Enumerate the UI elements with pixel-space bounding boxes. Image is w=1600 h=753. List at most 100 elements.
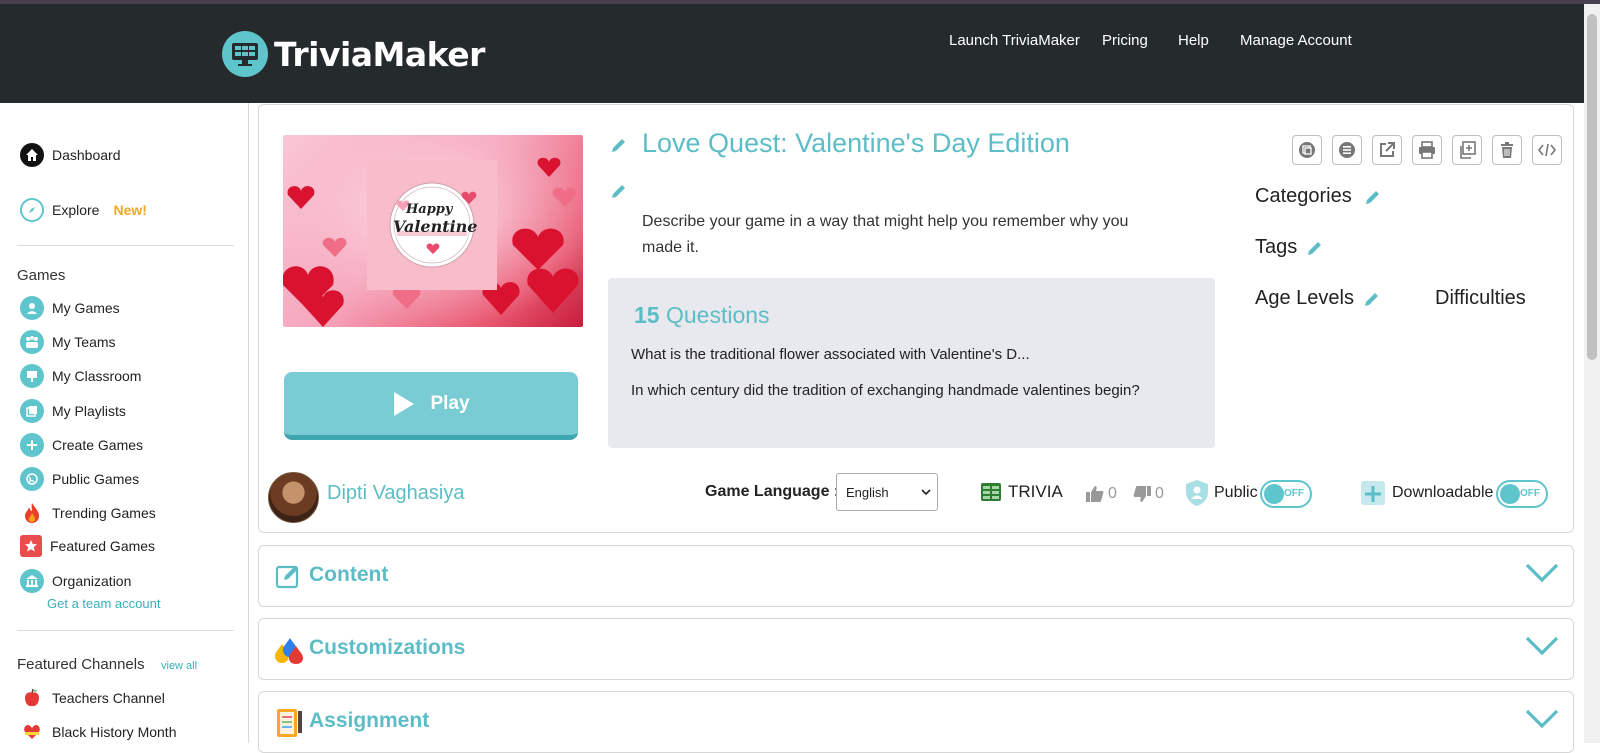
copy-icon[interactable] xyxy=(1292,135,1322,165)
sidebar-item-label: My Games xyxy=(52,300,120,316)
paint-drops-icon xyxy=(273,636,305,669)
sidebar-item-explore[interactable]: Explore New! xyxy=(20,198,147,222)
nav-manage-account[interactable]: Manage Account xyxy=(1240,32,1352,49)
classroom-icon xyxy=(20,364,44,388)
trivia-maker-logo[interactable]: TriviaMaker xyxy=(222,31,485,77)
list-icon[interactable] xyxy=(1332,135,1362,165)
sidebar-item-organization[interactable]: Organization xyxy=(20,569,131,593)
logo-monitor-icon xyxy=(222,31,268,77)
sidebar-item-label: Dashboard xyxy=(52,147,121,163)
edit-square-icon xyxy=(275,563,301,594)
author-avatar[interactable] xyxy=(268,472,319,523)
shield-icon xyxy=(1184,479,1210,512)
section-label: Content xyxy=(309,563,389,586)
new-badge: New! xyxy=(113,202,147,218)
heart-icon xyxy=(20,720,44,744)
play-button[interactable]: Play xyxy=(284,372,578,440)
edit-tags-pencil-icon[interactable] xyxy=(1306,239,1324,262)
sidebar-item-label: Create Games xyxy=(52,437,144,453)
print-icon[interactable] xyxy=(1412,135,1442,165)
duplicate-icon[interactable] xyxy=(1452,135,1482,165)
sidebar-item-public-games[interactable]: Public Games xyxy=(20,467,139,491)
content-section[interactable]: Content xyxy=(258,545,1574,607)
team-icon xyxy=(20,330,44,354)
play-icon xyxy=(394,391,415,416)
trash-icon[interactable] xyxy=(1492,135,1522,165)
sidebar-item-trending-games[interactable]: Trending Games xyxy=(20,501,156,525)
scrollbar-thumb[interactable] xyxy=(1587,14,1597,360)
sidebar-item-black-history-month[interactable]: Black History Month xyxy=(20,720,176,744)
edit-description-pencil-icon[interactable] xyxy=(610,182,628,205)
play-label: Play xyxy=(430,392,470,414)
get-team-account-link[interactable]: Get a team account xyxy=(47,596,160,611)
assignment-section[interactable]: Assignment xyxy=(258,691,1574,753)
questions-preview[interactable]: 15 Questions What is the traditional flo… xyxy=(608,278,1215,448)
sidebar-item-label: Featured Games xyxy=(50,538,156,554)
sidebar-item-my-playlists[interactable]: My Playlists xyxy=(20,399,126,423)
nav-pricing[interactable]: Pricing xyxy=(1102,32,1148,49)
section-label: Customizations xyxy=(309,636,466,659)
game-thumbnail[interactable]: Happy Valentine xyxy=(283,135,583,327)
downloadable-label: Downloadable xyxy=(1392,484,1494,501)
tags-label: Tags xyxy=(1255,236,1298,258)
thumbs-up-icon xyxy=(1086,486,1104,502)
dislike-button[interactable]: 0 xyxy=(1132,484,1164,504)
nav-help[interactable]: Help xyxy=(1178,32,1209,49)
edit-categories-pencil-icon[interactable] xyxy=(1364,188,1382,211)
sidebar-item-my-teams[interactable]: My Teams xyxy=(20,330,116,354)
public-toggle[interactable]: OFF xyxy=(1260,480,1312,508)
edit-title-pencil-icon[interactable] xyxy=(610,136,628,159)
sidebar-item-label: Black History Month xyxy=(52,724,177,740)
view-all-link[interactable]: view all xyxy=(161,660,197,672)
edit-age-levels-pencil-icon[interactable] xyxy=(1363,290,1381,313)
compass-icon xyxy=(20,198,44,222)
download-plus-icon xyxy=(1359,479,1387,512)
plus-icon xyxy=(20,433,44,457)
sidebar-item-dashboard[interactable]: Dashboard xyxy=(20,143,121,167)
top-header: TriviaMaker Launch TriviaMaker Pricing H… xyxy=(0,4,1584,103)
sidebar-item-featured-games[interactable]: Featured Games xyxy=(20,535,155,557)
game-type: TRIVIA xyxy=(980,482,1063,502)
toggle-state: OFF xyxy=(1284,488,1304,499)
sidebar-item-create-games[interactable]: Create Games xyxy=(20,433,143,457)
thumbnail-valentine-text: Valentine xyxy=(393,217,478,236)
question-count: 15 xyxy=(634,302,660,328)
chevron-down-icon xyxy=(1525,635,1559,662)
notebook-icon xyxy=(273,707,305,744)
vertical-scrollbar[interactable] xyxy=(1584,4,1600,743)
logo-text: TriviaMaker xyxy=(274,34,485,74)
game-title[interactable]: Love Quest: Valentine's Day Edition xyxy=(642,128,1070,159)
sidebar-item-label: Organization xyxy=(52,573,132,589)
external-link-icon[interactable] xyxy=(1372,135,1402,165)
apple-icon xyxy=(20,686,44,710)
games-heading: Games xyxy=(17,267,66,284)
sidebar-item-my-games[interactable]: My Games xyxy=(20,296,120,320)
like-count: 0 xyxy=(1108,485,1117,502)
like-button[interactable]: 0 xyxy=(1085,484,1117,504)
game-language-select[interactable]: English xyxy=(836,473,938,511)
game-description[interactable]: Describe your game in a way that might h… xyxy=(642,209,1172,261)
sidebar-item-my-classroom[interactable]: My Classroom xyxy=(20,364,141,388)
sidebar-item-label: My Classroom xyxy=(52,368,142,384)
sidebar-item-teachers-channel[interactable]: Teachers Channel xyxy=(20,686,165,710)
question-count-heading: 15 Questions xyxy=(634,302,770,329)
game-language-label: Game Language : xyxy=(705,483,840,500)
nav-launch-triviamaker[interactable]: Launch TriviaMaker xyxy=(949,32,1080,49)
featured-channels-heading: Featured Channels xyxy=(17,656,145,673)
language-selected-value: English xyxy=(846,484,889,500)
embed-code-icon[interactable] xyxy=(1532,135,1562,165)
downloadable-toggle[interactable]: OFF xyxy=(1496,480,1548,508)
questions-label: Questions xyxy=(665,302,770,328)
sidebar-item-label: Teachers Channel xyxy=(52,690,165,706)
author-name[interactable]: Dipti Vaghasiya xyxy=(327,482,464,505)
organization-icon xyxy=(20,569,44,593)
sidebar-item-label: My Playlists xyxy=(52,403,126,419)
chevron-down-icon xyxy=(921,489,931,496)
toggle-knob xyxy=(1500,484,1520,504)
toggle-state: OFF xyxy=(1520,488,1540,499)
age-levels-label: Age Levels xyxy=(1255,287,1354,309)
customizations-section[interactable]: Customizations xyxy=(258,618,1574,680)
thumbnail-happy-text: Happy xyxy=(406,202,453,217)
game-type-label: TRIVIA xyxy=(1008,482,1063,501)
sidebar: Dashboard Explore New! Games My Games My… xyxy=(0,103,249,743)
